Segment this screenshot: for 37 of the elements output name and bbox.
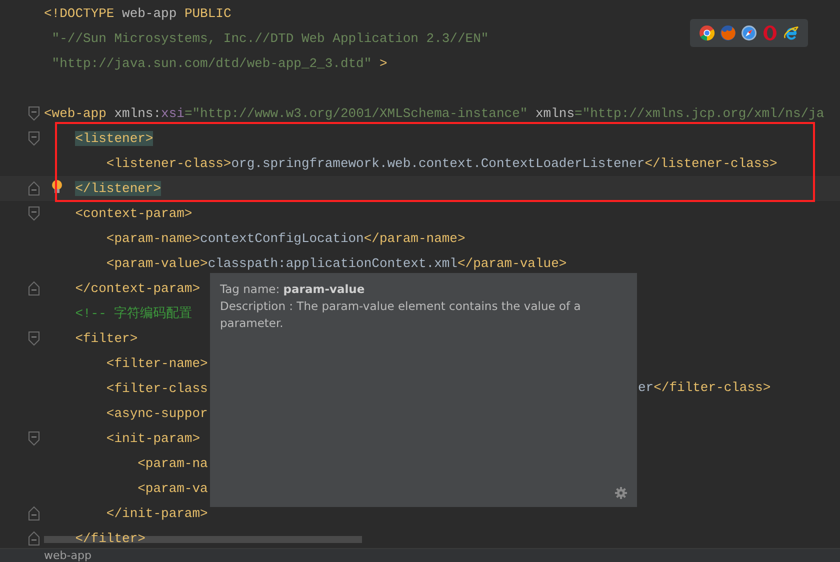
code-line: <filter-class — [105, 380, 208, 398]
fold-icon[interactable] — [28, 206, 40, 221]
code-line: er</filter-class> — [638, 379, 771, 397]
code-line: <param-va — [136, 480, 208, 498]
tag-name-text: Tag name: param-value — [220, 281, 366, 298]
lightbulb-icon[interactable] — [51, 179, 63, 195]
fold-icon[interactable] — [28, 106, 40, 121]
code-line: <init-param> — [105, 430, 200, 448]
fold-icon[interactable] — [28, 506, 40, 521]
fold-icon[interactable] — [28, 331, 40, 346]
fold-icon[interactable] — [28, 531, 40, 546]
code-line: <param-na — [136, 454, 208, 472]
browser-icon[interactable] — [698, 25, 714, 41]
code-line: <web-app xmlns:xsi="http://www.w3.org/2001/XMLSchema-instance" xmlns="http://xmlns.jcp.org/xml/ns/ja — [44, 104, 824, 122]
settings-icon[interactable] — [615, 487, 627, 499]
code-line: <filter-name> — [105, 354, 208, 372]
code-line: <!DOCTYPE web-app PUBLIC — [44, 4, 232, 22]
code-line: </filter> — [74, 530, 146, 548]
code-line: <param-value>classpath:applicationContext.xml</param-value> — [105, 254, 567, 272]
browser-icon[interactable] — [782, 25, 800, 41]
code-line: <param-name>contextConfigLocation</param-name> — [105, 230, 466, 248]
code-line: "http://java.sun.com/dtd/web-app_2_3.dtd" > — [50, 54, 388, 72]
code-line: <async-suppor — [105, 404, 208, 422]
code-line: <filter> — [74, 330, 138, 348]
breadcrumb[interactable]: web-app — [44, 549, 92, 562]
description-text: Description : The param-value element contains the value of a parameter. — [220, 298, 582, 332]
code-line: </context-param> — [74, 280, 200, 298]
code-line: <!-- 字符编码配置 — [74, 304, 192, 322]
fold-icon[interactable] — [28, 431, 40, 446]
fold-icon[interactable] — [28, 181, 40, 196]
compass-icon[interactable] — [740, 25, 756, 41]
fold-icon[interactable] — [28, 281, 40, 296]
code-line: <context-param> — [74, 204, 192, 222]
code-line: <listener-class>org.springframework.web.context.ContextLoaderListener</listener-class> — [105, 154, 778, 172]
code-line: "-//Sun Microsystems, Inc.//DTD Web Application 2.3//EN" — [50, 30, 489, 48]
fold-icon[interactable] — [28, 131, 40, 146]
code-line: </init-param> — [105, 504, 208, 522]
